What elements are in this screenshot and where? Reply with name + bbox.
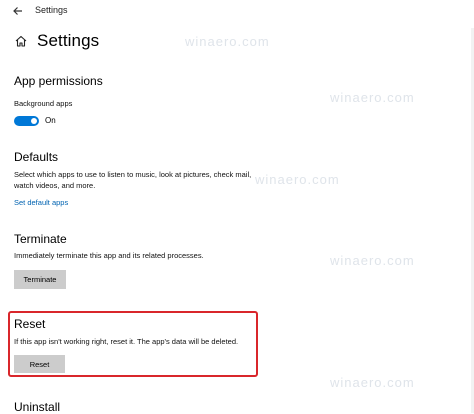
watermark: winaero.com xyxy=(185,34,270,49)
reset-description: If this app isn't working right, reset i… xyxy=(14,337,239,346)
app-permissions-heading: App permissions xyxy=(14,74,103,88)
defaults-heading: Defaults xyxy=(14,150,59,164)
background-apps-toggle[interactable] xyxy=(14,116,39,126)
defaults-description-line2: watch videos, and more. xyxy=(14,181,96,190)
terminate-heading: Terminate xyxy=(14,232,67,246)
back-arrow-icon[interactable] xyxy=(12,5,24,17)
toggle-knob xyxy=(31,118,37,124)
watermark: winaero.com xyxy=(330,90,415,105)
background-apps-label: Background apps xyxy=(14,99,73,108)
defaults-description-line1: Select which apps to use to listen to mu… xyxy=(14,170,252,179)
set-default-apps-link[interactable]: Set default apps xyxy=(14,198,68,207)
page-title: Settings xyxy=(37,31,100,50)
watermark: winaero.com xyxy=(330,375,415,390)
watermark: winaero.com xyxy=(255,172,340,187)
terminate-button[interactable]: Terminate xyxy=(14,270,66,289)
terminate-description: Immediately terminate this app and its r… xyxy=(14,251,204,260)
toggle-state-label: On xyxy=(45,116,56,125)
reset-button[interactable]: Reset xyxy=(14,355,65,373)
reset-heading: Reset xyxy=(14,317,46,331)
uninstall-heading: Uninstall xyxy=(14,400,61,414)
window-title: Settings xyxy=(35,5,68,15)
watermark: winaero.com xyxy=(330,253,415,268)
home-icon[interactable] xyxy=(14,34,28,48)
